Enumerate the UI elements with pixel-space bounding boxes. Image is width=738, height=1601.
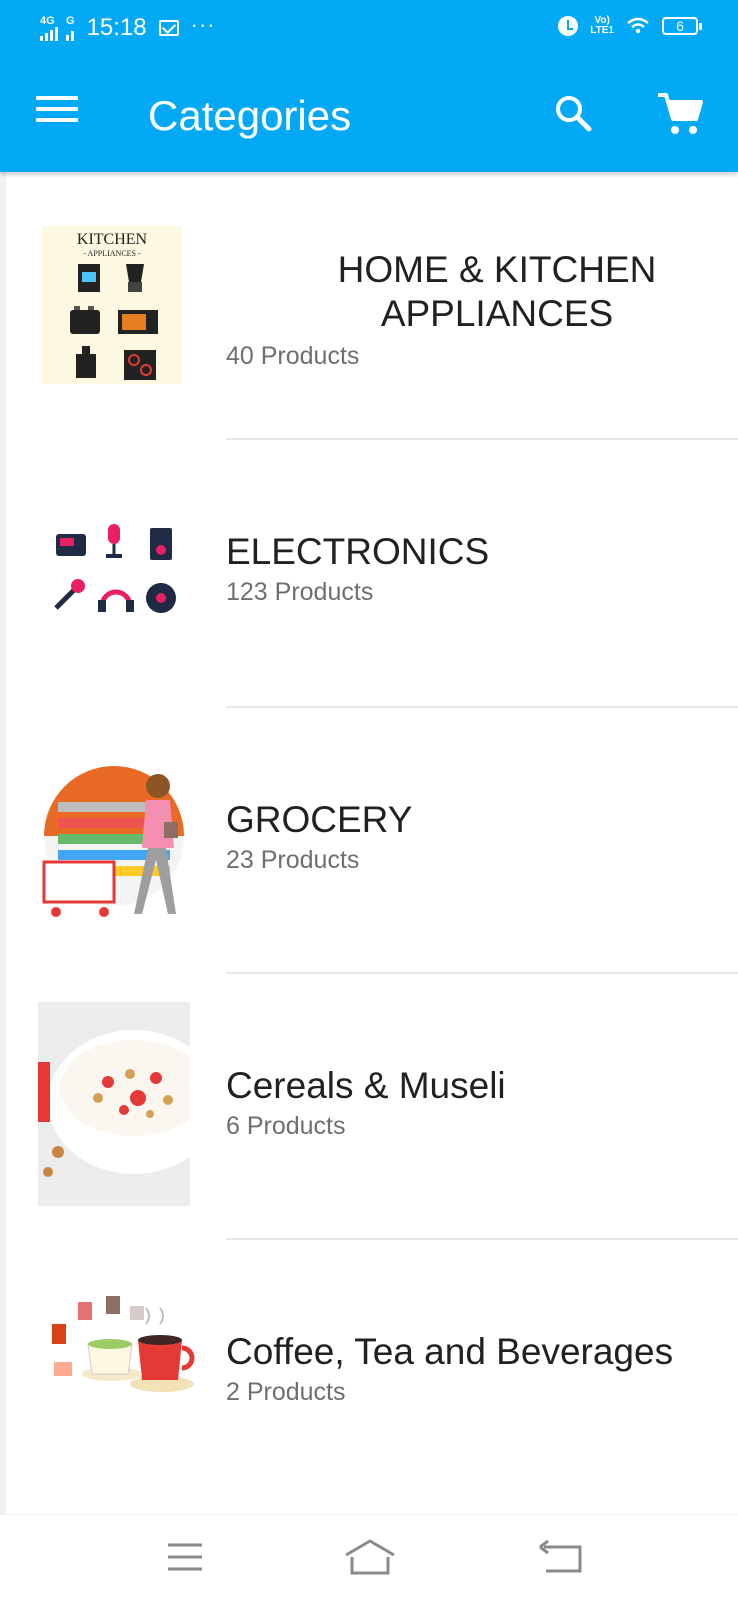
page-title: Categories bbox=[148, 92, 352, 139]
network-label: 4G bbox=[40, 14, 55, 27]
signal2-icon bbox=[66, 27, 75, 41]
category-name: ELECTRONICS bbox=[226, 531, 490, 572]
image-title: KITCHEN bbox=[77, 231, 148, 248]
volte-indicator: Vo) LTE1 bbox=[590, 16, 614, 36]
status-left: 4G G 15:18 ··· bbox=[40, 12, 216, 42]
category-count-wrap: 40 Products bbox=[226, 338, 728, 371]
alarm-icon bbox=[558, 16, 579, 36]
nav-back-icon[interactable] bbox=[534, 1535, 594, 1579]
grocery-image bbox=[38, 752, 198, 928]
category-row-electronics[interactable]: ELECTRONICS 123 Products bbox=[6, 440, 738, 712]
more-notifications: ··· bbox=[190, 12, 216, 37]
category-count: 23 Products bbox=[226, 846, 360, 874]
category-text: Cereals & Museli 6 Products bbox=[226, 1064, 728, 1141]
category-count: 2 Products bbox=[226, 1378, 346, 1406]
nav-menu-icon[interactable] bbox=[156, 1535, 216, 1579]
hamburger-menu-icon[interactable] bbox=[36, 96, 78, 126]
category-count: 123 Products bbox=[226, 578, 374, 606]
status-bar: 4G G 15:18 ··· Vo) LTE1 6 bbox=[0, 0, 738, 60]
category-text: GROCERY 23 Products bbox=[226, 798, 728, 875]
signal-icon bbox=[40, 26, 58, 41]
category-text: HOME & KITCHEN APPLIANCES bbox=[266, 248, 728, 336]
kitchen-appliances-image: KITCHEN - APPLIANCES - bbox=[42, 226, 182, 384]
system-nav-bar bbox=[0, 1514, 738, 1601]
search-icon[interactable] bbox=[552, 92, 596, 136]
top-bar: 4G G 15:18 ··· Vo) LTE1 6 Categories bbox=[0, 0, 738, 172]
category-name: GROCERY bbox=[226, 799, 413, 840]
category-row-coffee-tea[interactable]: Coffee, Tea and Beverages 2 Products bbox=[6, 1240, 738, 1512]
nav-home-icon[interactable] bbox=[340, 1535, 400, 1579]
network2-indicator: G bbox=[66, 14, 75, 41]
category-row-home-kitchen[interactable]: KITCHEN - APPLIANCES - HOME & KITCHEN AP… bbox=[6, 172, 738, 444]
categories-list-container: KITCHEN - APPLIANCES - HOME & KITCHEN AP… bbox=[0, 172, 738, 1514]
category-text: Coffee, Tea and Beverages 2 Products bbox=[226, 1330, 738, 1407]
category-count: 6 Products bbox=[226, 1112, 346, 1140]
category-row-grocery[interactable]: GROCERY 23 Products bbox=[6, 708, 738, 980]
category-row-cereals[interactable]: Cereals & Museli 6 Products bbox=[6, 974, 738, 1246]
image-subtitle: - APPLIANCES - bbox=[83, 249, 141, 258]
network2-label: G bbox=[66, 14, 75, 27]
category-name: Coffee, Tea and Beverages bbox=[226, 1331, 674, 1372]
battery-level: 6 bbox=[676, 18, 684, 34]
category-name: Cereals & Museli bbox=[226, 1065, 506, 1106]
coffee-tea-image bbox=[42, 1294, 198, 1402]
clock: 15:18 bbox=[86, 14, 147, 41]
battery-icon: 6 bbox=[662, 17, 702, 35]
cereals-image bbox=[38, 1002, 190, 1206]
category-count: 40 Products bbox=[226, 342, 360, 370]
shopping-cart-icon[interactable] bbox=[656, 90, 704, 138]
category-name: HOME & KITCHEN APPLIANCES bbox=[337, 249, 657, 334]
categories-list: KITCHEN - APPLIANCES - HOME & KITCHEN AP… bbox=[6, 172, 738, 1514]
wifi-icon bbox=[626, 16, 650, 36]
electronics-image bbox=[38, 498, 194, 654]
lte-label: LTE1 bbox=[590, 25, 614, 36]
mail-notification-icon bbox=[158, 20, 179, 36]
app-bar: Categories bbox=[0, 60, 738, 172]
category-text: ELECTRONICS 123 Products bbox=[226, 530, 728, 607]
status-right: Vo) LTE1 6 bbox=[558, 16, 702, 36]
network-indicator: 4G bbox=[40, 14, 58, 41]
